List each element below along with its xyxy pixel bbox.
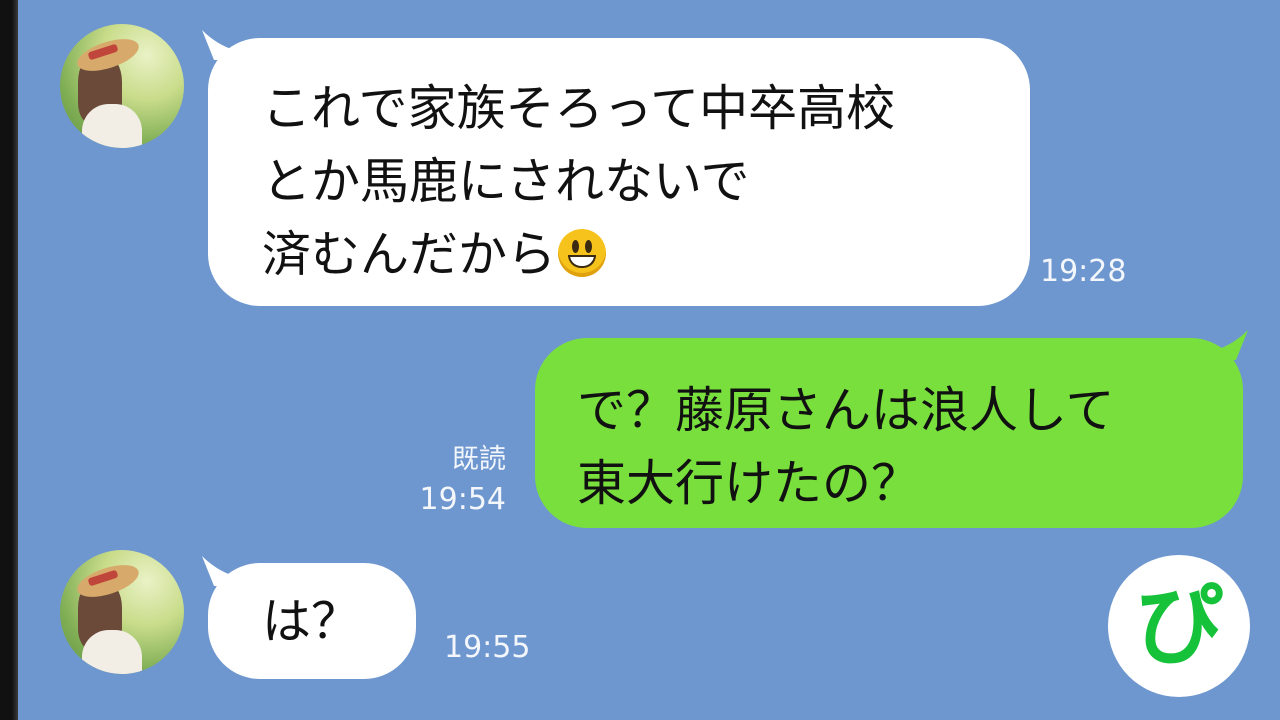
grinning-face-icon [558,229,607,277]
message-bubble-incoming[interactable]: は？ [208,563,416,679]
message-text-line: とか馬鹿にされないで [262,153,750,210]
message-bubble-outgoing[interactable]: で？藤原さんは浪人して 東大行けたの？ [535,338,1243,528]
avatar-dress [82,104,142,148]
message-text-line: 済むんだから [262,218,1030,291]
message-text: 済むんだから [262,226,557,283]
read-receipt: 既読 [452,444,506,475]
bubble-tail [1216,330,1248,360]
message-text-line: これで家族そろって中卒高校 [262,80,896,137]
device-edge [0,0,18,720]
message-text-line: は？ [262,593,361,650]
message-timestamp: 19:28 [1040,254,1127,289]
message-bubble-incoming[interactable]: これで家族そろって中卒高校 とか馬鹿にされないで 済むんだから [208,38,1030,306]
avatar[interactable] [60,550,184,674]
message-text-line: で？藤原さんは浪人して [577,382,1115,439]
avatar[interactable] [60,24,184,148]
message-timestamp: 19:54 [419,482,506,517]
app-logo: ぴ [1108,555,1250,697]
avatar-dress [82,630,142,674]
message-timestamp: 19:55 [444,630,531,665]
message-text-line: 東大行けたの？ [577,455,921,512]
